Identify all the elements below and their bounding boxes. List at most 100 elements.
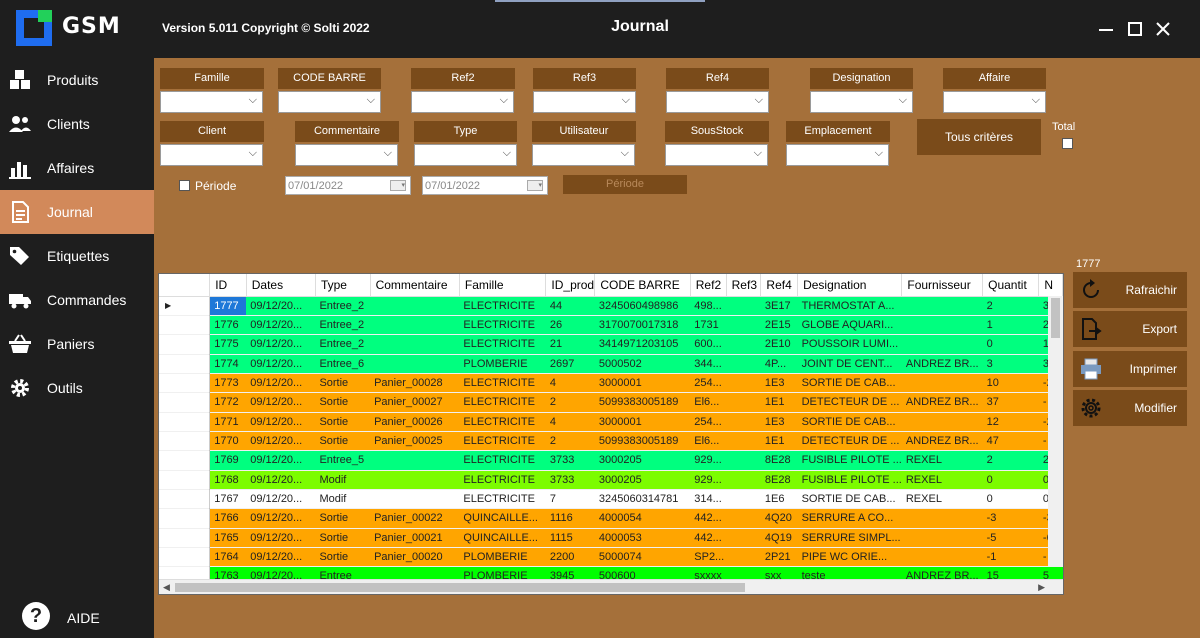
table-cell[interactable] xyxy=(901,334,983,355)
table-cell[interactable]: 929... xyxy=(690,450,727,471)
horizontal-scrollbar[interactable]: ◀ ▶ xyxy=(159,579,1063,594)
filter-affaire-combo[interactable]: ⌵ xyxy=(943,91,1046,113)
table-cell[interactable] xyxy=(370,334,460,355)
modifier-button[interactable]: Modifier xyxy=(1073,390,1187,426)
table-cell[interactable]: 442... xyxy=(690,528,727,548)
table-cell[interactable] xyxy=(901,528,983,548)
table-cell[interactable]: 1E3 xyxy=(760,373,798,394)
table-cell[interactable]: 4P... xyxy=(760,354,798,374)
table-cell[interactable]: 3733 xyxy=(545,470,595,490)
table-cell[interactable]: 4 xyxy=(545,373,595,394)
help-button[interactable]: ? AIDE xyxy=(0,598,154,638)
table-cell[interactable] xyxy=(901,373,983,394)
filter-sousstock-combo[interactable]: ⌵ xyxy=(665,144,768,166)
table-cell[interactable]: 2 xyxy=(982,450,1039,471)
table-cell[interactable]: 0 xyxy=(982,470,1039,490)
table-cell[interactable]: 1E6 xyxy=(760,489,798,510)
periode-checkbox[interactable] xyxy=(179,180,190,191)
table-cell[interactable]: Entree_6 xyxy=(315,354,371,374)
filter-commentaire-combo[interactable]: ⌵ xyxy=(295,144,398,166)
table-cell[interactable]: 0 xyxy=(982,489,1039,510)
table-cell[interactable]: 4 xyxy=(545,412,595,432)
table-row[interactable]: 1770 09/12/20... Sortie Panier_00025 ELECTRI… xyxy=(159,431,1063,452)
table-cell[interactable]: Entree_2 xyxy=(315,334,371,355)
table-cell[interactable]: 09/12/20... xyxy=(246,296,316,316)
table-cell[interactable]: PLOMBERIE xyxy=(459,547,546,568)
column-header[interactable]: Designation xyxy=(797,274,903,297)
table-cell[interactable]: FUSIBLE PILOTE ... xyxy=(797,450,902,471)
table-cell[interactable]: DETECTEUR DE ... xyxy=(797,392,902,413)
table-cell[interactable]: 4000054 xyxy=(594,508,691,529)
table-cell[interactable]: 3245060314781 xyxy=(594,489,691,510)
table-cell[interactable]: 8E28 xyxy=(760,450,798,471)
close-icon[interactable] xyxy=(1150,16,1176,42)
row-header[interactable] xyxy=(159,508,211,529)
filter-type-combo[interactable]: ⌵ xyxy=(414,144,517,166)
table-cell[interactable]: 314... xyxy=(690,489,727,510)
table-cell[interactable]: 1777 xyxy=(209,296,247,316)
row-header[interactable] xyxy=(159,392,211,413)
table-cell[interactable] xyxy=(901,547,983,568)
table-cell[interactable]: ELECTRICITE xyxy=(459,373,546,394)
table-cell[interactable]: 09/12/20... xyxy=(246,334,316,355)
table-cell[interactable] xyxy=(370,354,460,374)
table-row[interactable]: 1774 09/12/20... Entree_6 PLOMBERIE 2697 5000… xyxy=(159,354,1063,374)
table-row[interactable]: 1768 09/12/20... Modif ELECTRICITE 3733 30002… xyxy=(159,470,1063,490)
table-cell[interactable] xyxy=(726,547,761,568)
table-cell[interactable]: 3000001 xyxy=(594,412,691,432)
table-cell[interactable]: ANDREZ BR... xyxy=(901,354,983,374)
sidebar-item-paniers[interactable]: Paniers xyxy=(0,322,154,366)
table-cell[interactable]: Sortie xyxy=(315,431,371,452)
table-cell[interactable] xyxy=(726,450,761,471)
row-header[interactable] xyxy=(159,412,211,432)
table-cell[interactable]: Sortie xyxy=(315,508,371,529)
column-header[interactable]: Quantit xyxy=(982,274,1040,297)
table-cell[interactable]: 344... xyxy=(690,354,727,374)
table-cell[interactable]: 1773 xyxy=(209,373,247,394)
table-cell[interactable]: 2 xyxy=(545,431,595,452)
table-cell[interactable] xyxy=(726,470,761,490)
table-cell[interactable]: QUINCAILLE... xyxy=(459,508,546,529)
table-cell[interactable]: Panier_00027 xyxy=(370,392,460,413)
table-cell[interactable] xyxy=(901,315,983,336)
filter-ref2-combo[interactable]: ⌵ xyxy=(411,91,514,113)
table-cell[interactable]: 1769 xyxy=(209,450,247,471)
table-cell[interactable]: ELECTRICITE xyxy=(459,315,546,336)
table-cell[interactable]: Modif xyxy=(315,470,371,490)
table-cell[interactable]: 1767 xyxy=(209,489,247,510)
table-cell[interactable]: 8E28 xyxy=(760,470,798,490)
table-row[interactable]: 1772 09/12/20... Sortie Panier_00027 ELECTRI… xyxy=(159,392,1063,413)
table-cell[interactable] xyxy=(726,412,761,432)
table-cell[interactable]: -3 xyxy=(982,508,1039,529)
column-header[interactable]: ID xyxy=(209,274,247,297)
table-cell[interactable] xyxy=(726,489,761,510)
table-cell[interactable]: 3000001 xyxy=(594,373,691,394)
table-row[interactable]: 1776 09/12/20... Entree_2 ELECTRICITE 26 3170… xyxy=(159,315,1063,336)
table-cell[interactable]: 5000502 xyxy=(594,354,691,374)
table-cell[interactable]: Sortie xyxy=(315,547,371,568)
table-cell[interactable]: 12 xyxy=(982,412,1039,432)
row-header[interactable] xyxy=(159,334,211,355)
sidebar-item-commandes[interactable]: Commandes xyxy=(0,278,154,322)
table-cell[interactable]: 2200 xyxy=(545,547,595,568)
row-header[interactable] xyxy=(159,315,211,336)
table-cell[interactable]: 37 xyxy=(982,392,1039,413)
table-cell[interactable]: ELECTRICITE xyxy=(459,296,546,316)
filter-emplacement-combo[interactable]: ⌵ xyxy=(786,144,889,166)
column-header[interactable]: Fournisseur xyxy=(901,274,984,297)
table-cell[interactable]: 1E3 xyxy=(760,412,798,432)
table-cell[interactable] xyxy=(901,508,983,529)
table-cell[interactable]: 1116 xyxy=(545,508,595,529)
table-cell[interactable]: 254... xyxy=(690,412,727,432)
table-cell[interactable]: ANDREZ BR... xyxy=(901,392,983,413)
table-cell[interactable]: PIPE WC ORIE... xyxy=(797,547,902,568)
table-cell[interactable]: Panier_00021 xyxy=(370,528,460,548)
table-cell[interactable]: 498... xyxy=(690,296,727,316)
table-cell[interactable]: 1772 xyxy=(209,392,247,413)
table-cell[interactable]: 09/12/20... xyxy=(246,450,316,471)
row-header[interactable] xyxy=(159,373,211,394)
table-cell[interactable]: ELECTRICITE xyxy=(459,334,546,355)
table-cell[interactable]: El6... xyxy=(690,431,727,452)
tous-criteres-button[interactable]: Tous critères xyxy=(917,119,1041,155)
table-cell[interactable]: 1731 xyxy=(690,315,727,336)
